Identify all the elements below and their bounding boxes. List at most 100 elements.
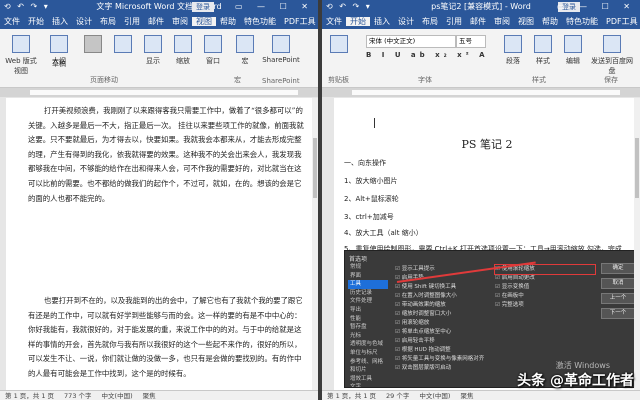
right-document-area[interactable]: PS 笔记 2 一、向东操作 1、放大缩小图片 2、Alt+鼠标滚轮 3、ctr… (322, 98, 640, 390)
web-layout-icon (12, 35, 30, 53)
send-icon (603, 35, 621, 53)
toutiao-watermark: 头条 @革命工作者 (517, 373, 634, 389)
group-page-movement-label: 页面移动 (90, 76, 118, 84)
ps-side-item: 历史记录 (350, 289, 373, 296)
right-ribbon: 宋体 (中文正文) 五号 B I U ab x₂ x² A 段落 样式 编辑 发… (322, 29, 640, 88)
left-document-page[interactable]: 打开美视频浪费，我刚刚了以来跟得客我只需要工作中，做着了“很多都可以”的关键。入… (6, 98, 318, 390)
tab-features[interactable]: 特色功能 (562, 17, 602, 26)
font-size-box[interactable]: 五号 (456, 35, 486, 48)
left-window-controls[interactable]: ▭ — ☐ ✕ (235, 0, 314, 14)
ps-side-menu: 常规 界面 工具 历史记录 文件处理 导出 性能 暂存盘 光标 透明度与色域 单… (348, 263, 388, 388)
right-status-words[interactable]: 29 个字 (381, 392, 414, 400)
ps-option: 在置入时调整图像大小 (395, 292, 485, 301)
ps-next-button: 下一个 (601, 308, 635, 319)
editing-button[interactable]: 编辑 (558, 35, 588, 66)
page-view-button[interactable] (78, 35, 108, 56)
web-layout-button[interactable]: Web 版式视图 (2, 35, 40, 76)
ps-side-item: 光标 (350, 332, 362, 339)
send-baidu-label: 发送到百度网盘 (591, 57, 633, 75)
right-window-controls[interactable]: ▭ — ☐ ✕ (557, 0, 636, 14)
right-status-language[interactable]: 中文(中国) (414, 392, 455, 400)
ps-prev-button: 上一个 (601, 293, 635, 304)
ps-option: 缩放时调整窗口大小 (395, 310, 485, 319)
tab-home[interactable]: 开始 (346, 17, 370, 26)
font-name-box[interactable]: 宋体 (中文正文) (366, 35, 456, 48)
ps-dialog-title: 首选项 (349, 256, 368, 263)
right-status-focus[interactable]: 聚焦 (455, 392, 478, 400)
font-format-row[interactable]: B I U ab x₂ x² A (366, 51, 489, 59)
left-ribbon: Web 版式视图 大纲 草稿 显示 缩放 窗口 宏 SharePoint 页面移… (0, 29, 318, 88)
left-title-bar: ⟲ ↶ ↷ ▾ 文字 Microsoft Word 文档 - Word 登录 ▭… (0, 0, 318, 14)
left-document-area[interactable]: 打开美视频浪费，我刚刚了以来跟得客我只需要工作中，做着了“很多都可以”的关键。入… (0, 98, 318, 390)
tab-references[interactable]: 引用 (442, 17, 466, 26)
show-button[interactable]: 显示 (138, 35, 168, 66)
left-status-focus[interactable]: 聚焦 (138, 392, 161, 400)
ps-ok-button: 确定 (601, 263, 635, 274)
tab-pdf-tools[interactable]: PDF工具 (280, 17, 318, 26)
tab-references[interactable]: 引用 (120, 17, 144, 26)
ps-options-right: 使用滚轮缩放 启用自动更改 显示变换值 在画板中 完整选项 (494, 264, 596, 310)
ps-side-item: 文字 (350, 384, 362, 388)
right-document-page[interactable]: PS 笔记 2 一、向东操作 1、放大缩小图片 2、Alt+鼠标滚轮 3、ctr… (334, 98, 640, 390)
macro-button[interactable]: 宏 (230, 35, 260, 66)
tab-design[interactable]: 设计 (394, 17, 418, 26)
left-status-page[interactable]: 第 1 页，共 1 页 (0, 392, 59, 400)
zoom-button[interactable]: 缩放 (168, 35, 198, 66)
tab-review[interactable]: 审阅 (168, 17, 192, 26)
right-word-window: ⟲ ↶ ↷ ▾ ps笔记2 [兼容模式] - Word 登录 ▭ — ☐ ✕ 文… (322, 0, 640, 400)
tab-mailings[interactable]: 邮件 (144, 17, 168, 26)
tab-design[interactable]: 设计 (72, 17, 96, 26)
tab-help[interactable]: 帮助 (538, 17, 562, 26)
tab-home[interactable]: 开始 (24, 17, 48, 26)
ps-option: 根据 HUD 拖动调整 (395, 346, 485, 355)
tab-pdf-tools[interactable]: PDF工具 (602, 17, 640, 26)
ps-option: 使用 Shift 键切换工具 (395, 283, 485, 292)
group-macro-label: 宏 (234, 76, 241, 84)
paste-button[interactable] (324, 35, 354, 56)
paste-icon (330, 35, 348, 53)
right-status-page[interactable]: 第 1 页，共 1 页 (322, 392, 381, 400)
tab-help[interactable]: 帮助 (216, 17, 240, 26)
left-login-button[interactable]: 登录 (192, 2, 214, 12)
ps-cancel-button: 取消 (601, 278, 635, 289)
vertical-button[interactable] (108, 35, 138, 56)
macro-label: 宏 (241, 57, 249, 65)
ps-dialog-buttons: 确定 取消 上一个 下一个 (601, 263, 635, 323)
window-label: 窗口 (206, 57, 220, 65)
left-status-language[interactable]: 中文(中国) (97, 392, 138, 400)
ps-side-item: 暂存盘 (350, 324, 367, 331)
tab-insert[interactable]: 插入 (48, 17, 72, 26)
tab-features[interactable]: 特色功能 (240, 17, 280, 26)
tab-view[interactable]: 视图 (514, 17, 538, 26)
tab-review[interactable]: 审阅 (490, 17, 514, 26)
tab-insert[interactable]: 插入 (370, 17, 394, 26)
window-button[interactable]: 窗口 (198, 35, 228, 66)
ps-option: 完整选项 (495, 301, 595, 310)
right-doc-title: PS 笔记 2 (461, 138, 513, 151)
paragraph-icon (504, 35, 522, 53)
ps-side-item: 常规 (350, 264, 362, 270)
group-save-label: 保存 (604, 76, 618, 84)
styles-button[interactable]: 样式 (528, 35, 558, 66)
draft-button[interactable]: 草稿 (44, 59, 74, 69)
paragraph-label: 段落 (506, 57, 520, 65)
show-label: 显示 (146, 57, 160, 65)
window-icon (204, 35, 222, 53)
tab-file[interactable]: 文件 (322, 17, 346, 26)
send-baidu-button[interactable]: 发送到百度网盘 (588, 35, 636, 76)
tab-view[interactable]: 视图 (192, 17, 216, 26)
zoom-icon (174, 35, 192, 53)
tab-layout[interactable]: 布局 (418, 17, 442, 26)
tab-layout[interactable]: 布局 (96, 17, 120, 26)
ps-option: 用滚轮缩放 (395, 319, 485, 328)
ps-side-item-tools: 工具 (348, 280, 388, 289)
sharepoint-button[interactable]: SharePoint (258, 35, 304, 64)
paragraph-button[interactable]: 段落 (498, 35, 528, 66)
right-vertical-scrollbar[interactable] (634, 98, 640, 390)
left-status-words[interactable]: 773 个字 (59, 392, 96, 400)
page-view-icon (84, 35, 102, 53)
tab-mailings[interactable]: 邮件 (466, 17, 490, 26)
right-ruler (322, 88, 640, 97)
sharepoint-icon (272, 35, 290, 53)
tab-file[interactable]: 文件 (0, 17, 24, 26)
